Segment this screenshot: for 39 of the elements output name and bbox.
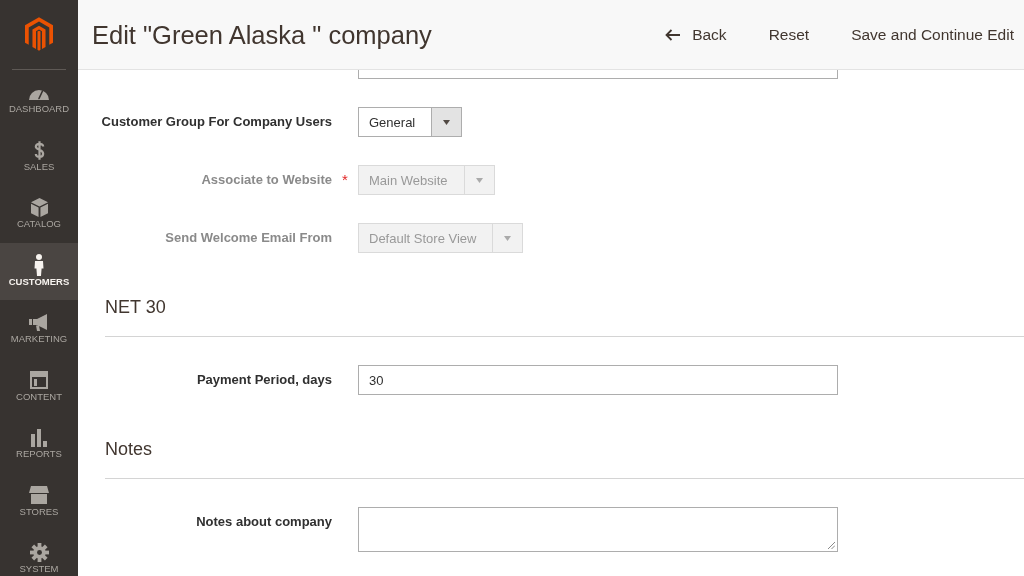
nav-item[interactable]: CATALOG bbox=[0, 185, 78, 243]
caret-icon bbox=[475, 177, 483, 183]
caret-icon bbox=[443, 119, 451, 125]
nav-item[interactable]: MARKETING bbox=[0, 300, 78, 358]
nav-item[interactable]: STORES bbox=[0, 472, 78, 530]
section-title: Notes bbox=[105, 438, 153, 461]
layout-icon bbox=[30, 371, 48, 389]
nav-item[interactable]: REPORTS bbox=[0, 415, 78, 473]
nav-item[interactable]: DASHBOARD bbox=[0, 70, 78, 128]
field-label: Notes about company bbox=[196, 513, 332, 531]
input-field[interactable] bbox=[358, 70, 838, 79]
section-title: NET 30 bbox=[105, 296, 166, 319]
storefront-icon bbox=[29, 486, 49, 504]
input-field[interactable]: 30 bbox=[358, 365, 838, 395]
caret-icon bbox=[504, 235, 512, 241]
select-field[interactable]: General bbox=[358, 107, 463, 137]
box-icon bbox=[30, 198, 48, 217]
hexagon-logo-icon[interactable] bbox=[25, 17, 53, 51]
nav-item[interactable]: CUSTOMERS bbox=[0, 242, 78, 300]
action-button[interactable]: Reset bbox=[758, 19, 820, 50]
nav-item[interactable]: SYSTEM bbox=[0, 530, 78, 576]
settings-icon bbox=[29, 543, 49, 562]
person-icon bbox=[34, 254, 44, 276]
field-label: Payment Period, days bbox=[196, 371, 332, 389]
megaphone-icon bbox=[29, 314, 49, 331]
back-button[interactable]: Back bbox=[655, 19, 737, 50]
required-mark: * bbox=[342, 170, 348, 190]
field-label: Send Welcome Email From bbox=[165, 229, 332, 247]
left-arrow-icon bbox=[665, 28, 681, 41]
nav-item[interactable]: CONTENT bbox=[0, 357, 78, 415]
textarea-field[interactable] bbox=[358, 507, 838, 552]
dollar-icon bbox=[33, 140, 45, 160]
action-button[interactable]: Save and Continue Edit bbox=[841, 19, 1024, 50]
field-label: Associate to Website bbox=[201, 171, 332, 189]
field-label: Customer Group For Company Users bbox=[101, 113, 332, 131]
nav-item[interactable]: SALES bbox=[0, 127, 78, 185]
page-title: Edit "Green Alaska " company bbox=[92, 19, 432, 51]
resize-grip-icon[interactable] bbox=[827, 541, 835, 549]
bar-chart-icon bbox=[31, 428, 47, 447]
